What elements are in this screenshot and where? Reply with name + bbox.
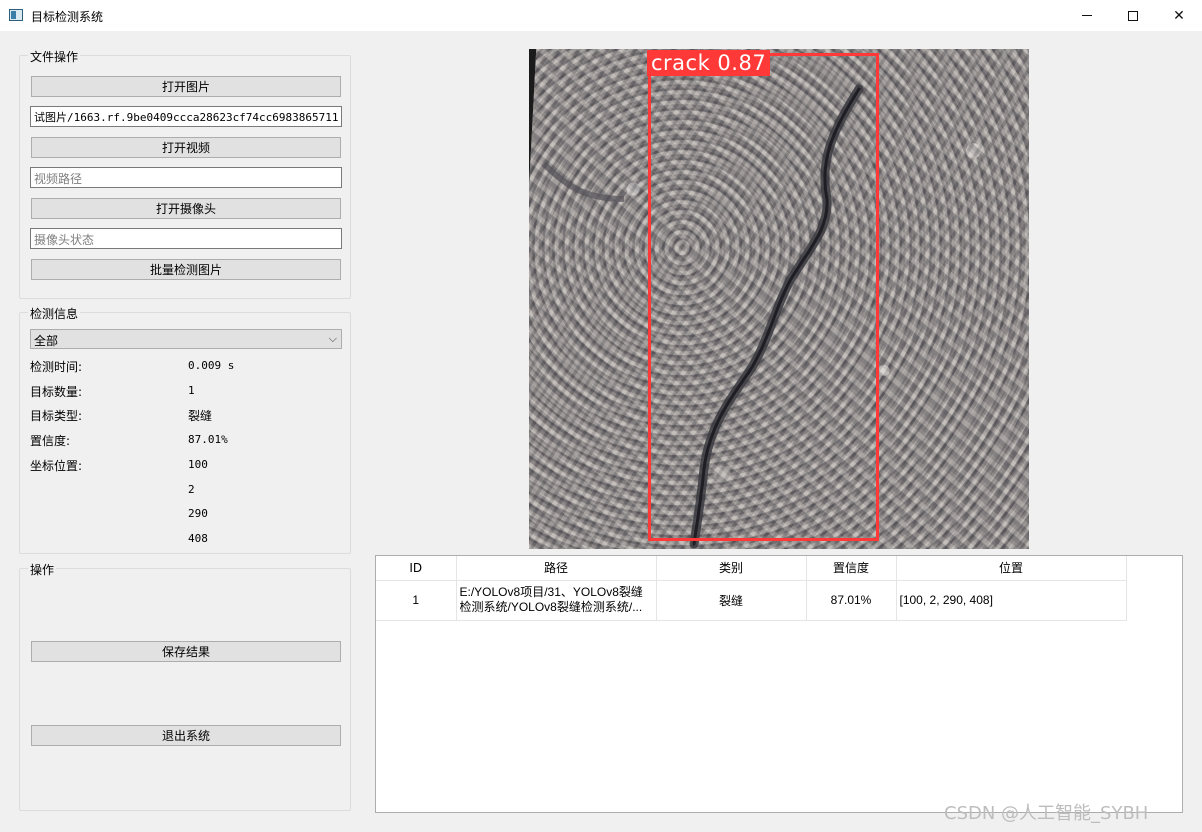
detection-image: crack 0.87: [529, 49, 1029, 549]
class-filter-select[interactable]: 全部 ⌵: [30, 329, 342, 349]
header-confidence[interactable]: 置信度: [806, 556, 897, 581]
exit-system-button[interactable]: 退出系统: [31, 725, 341, 746]
table-header-row: ID 路径 类别 置信度 位置: [376, 556, 1127, 581]
time-label: 检测时间:: [30, 360, 83, 374]
file-ops-group: 文件操作 打开图片 试图片/1663.rf.9be0409ccca28623cf…: [19, 48, 351, 299]
minimize-icon: [1082, 15, 1092, 16]
detection-label: crack 0.87: [647, 50, 771, 76]
file-ops-title: 文件操作: [28, 48, 81, 65]
type-value: 裂缝: [188, 409, 213, 423]
cell-position: [100, 2, 290, 408]: [896, 580, 1127, 621]
header-path[interactable]: 路径: [456, 556, 657, 581]
app-icon: [9, 9, 23, 21]
cell-id: 1: [376, 580, 457, 621]
maximize-button[interactable]: [1110, 0, 1156, 31]
save-results-button[interactable]: 保存结果: [31, 641, 341, 662]
watermark: CSDN @人工智能_SYBH: [944, 803, 1149, 824]
conf-label: 置信度:: [30, 434, 71, 448]
table-row[interactable]: 1 E:/YOLOv8项目/31、YOLOv8裂缝 检测系统/YOLOv8裂缝检…: [376, 580, 1127, 621]
open-video-button[interactable]: 打开视频: [31, 137, 341, 158]
detect-info-group: 检测信息 全部 ⌵ 检测时间: 0.009 s 目标数量: 1 目标类型: 裂缝…: [19, 305, 351, 554]
class-filter-value: 全部: [34, 334, 59, 348]
cell-path-line1: E:/YOLOv8项目/31、YOLOv8裂缝: [459, 585, 643, 599]
cell-path-line2: 检测系统/YOLOv8裂缝检测系统/...: [459, 600, 643, 614]
close-icon: ✕: [1173, 7, 1185, 24]
count-label: 目标数量:: [30, 385, 83, 399]
camera-status-field[interactable]: 摄像头状态: [30, 228, 342, 249]
operations-title: 操作: [28, 561, 57, 578]
time-value: 0.009 s: [188, 359, 235, 372]
count-value: 1: [188, 384, 195, 397]
detect-info-title: 检测信息: [28, 305, 81, 322]
window-title: 目标检测系统: [31, 10, 104, 24]
title-bar: 目标检测系统 ✕: [0, 0, 1202, 31]
operations-group: 操作 保存结果 退出系统: [19, 561, 351, 811]
open-image-button[interactable]: 打开图片: [31, 76, 341, 97]
close-button[interactable]: ✕: [1156, 0, 1202, 31]
cell-confidence: 87.01%: [806, 580, 897, 621]
open-camera-button[interactable]: 打开摄像头: [31, 198, 341, 219]
header-position[interactable]: 位置: [896, 556, 1127, 581]
minimize-button[interactable]: [1064, 0, 1110, 31]
header-id[interactable]: ID: [376, 556, 457, 581]
cell-class: 裂缝: [656, 580, 807, 621]
detection-bounding-box: [648, 53, 879, 541]
coord-y2: 408: [188, 532, 208, 545]
header-class[interactable]: 类别: [656, 556, 807, 581]
coord-label: 坐标位置:: [30, 459, 83, 473]
coord-x2: 290: [188, 507, 208, 520]
coord-x1: 100: [188, 458, 208, 471]
batch-detect-button[interactable]: 批量检测图片: [31, 259, 341, 280]
results-table[interactable]: ID 路径 类别 置信度 位置 1 E:/YOLOv8项目/31、YOLOv8裂…: [375, 555, 1183, 813]
maximize-icon: [1128, 10, 1138, 21]
coord-y1: 2: [188, 483, 195, 496]
image-path-field[interactable]: 试图片/1663.rf.9be0409ccca28623cf74cc698386…: [30, 106, 342, 127]
conf-value: 87.01%: [188, 433, 228, 446]
type-label: 目标类型:: [30, 409, 83, 423]
video-path-field[interactable]: 视频路径: [30, 167, 342, 188]
chevron-down-icon: ⌵: [328, 332, 337, 345]
cell-path: E:/YOLOv8项目/31、YOLOv8裂缝 检测系统/YOLOv8裂缝检测系…: [456, 580, 657, 621]
